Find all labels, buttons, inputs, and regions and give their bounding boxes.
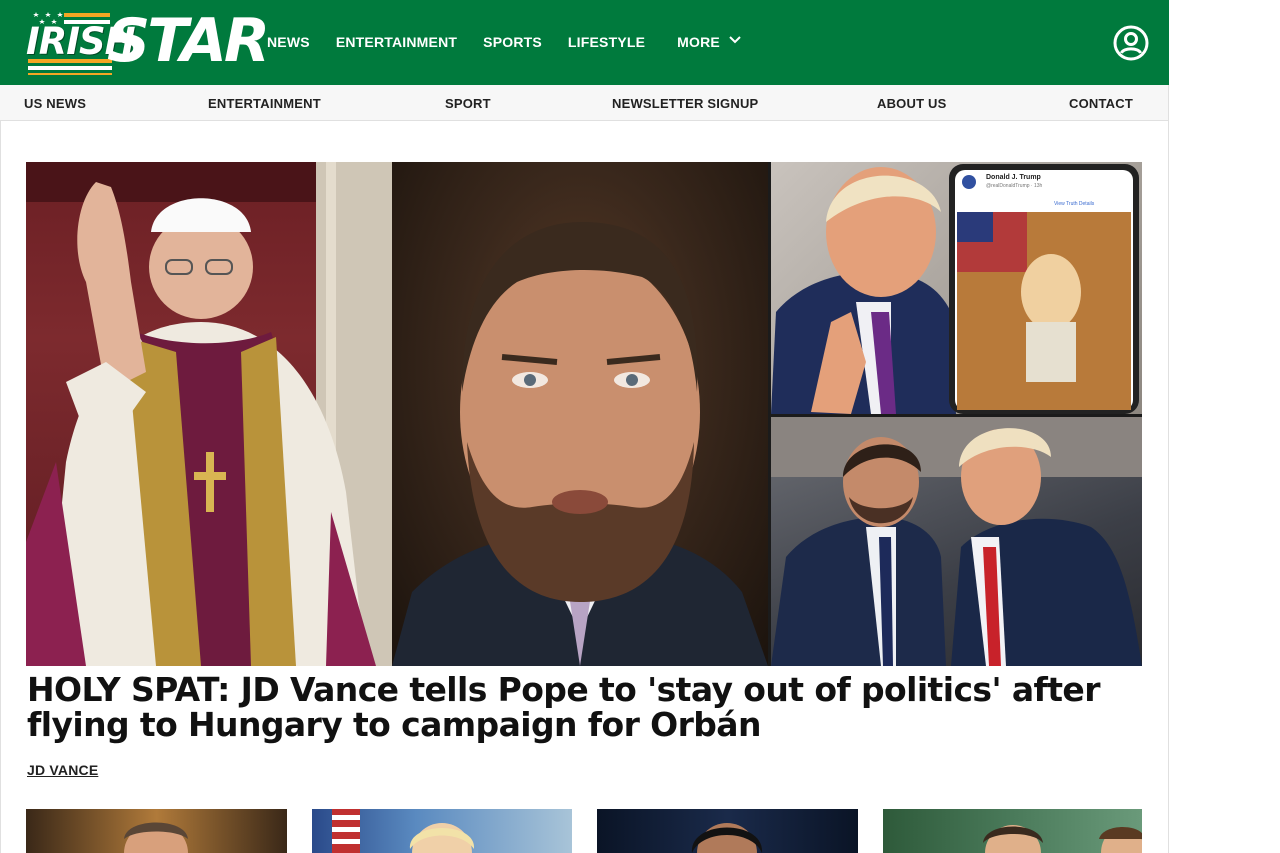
user-account-icon[interactable] (1112, 24, 1150, 62)
vance-trump-photo (771, 417, 1142, 666)
chevron-down-icon (729, 36, 741, 44)
subnav-item-newsletter-signup[interactable]: NEWSLETTER SIGNUP (612, 96, 758, 111)
irish-star-logo[interactable]: IRISH STAR (24, 9, 270, 77)
vance-photo (392, 162, 768, 666)
logo-word-star: STAR (107, 6, 270, 76)
lead-story-headline[interactable]: HOLY SPAT: JD Vance tells Pope to 'stay … (27, 672, 1147, 742)
pope-photo (26, 162, 392, 666)
thumbnail-image (124, 822, 188, 853)
main-nav-item-news[interactable]: NEWS (267, 34, 310, 50)
subnav-item-us-news[interactable]: US NEWS (24, 96, 86, 111)
thumbnail-image (332, 809, 475, 853)
main-nav-more-button[interactable]: MORE (677, 34, 742, 50)
story-thumbnail[interactable] (312, 809, 572, 853)
story-thumbnail[interactable] (597, 809, 858, 853)
main-nav-item-lifestyle[interactable]: LIFESTYLE (568, 34, 645, 50)
site-header: IRISH STAR NEWS ENTERTAINMENT SPORTS LIF… (0, 0, 1169, 85)
post-link: View Truth Details (1054, 201, 1095, 207)
lead-story-tag[interactable]: JD VANCE (27, 762, 98, 778)
lead-story-image[interactable]: Donald J. Trump @realDonaldTrump · 13h V… (26, 162, 1142, 666)
main-nav-item-sports[interactable]: SPORTS (483, 34, 542, 50)
subnav-item-sport[interactable]: SPORT (445, 96, 491, 111)
subnav-item-contact[interactable]: CONTACT (1069, 96, 1133, 111)
subnav-item-entertainment[interactable]: ENTERTAINMENT (208, 96, 321, 111)
story-thumbnail[interactable] (883, 809, 1142, 853)
post-handle: @realDonaldTrump · 13h (986, 183, 1043, 189)
subnav-item-about-us[interactable]: ABOUT US (877, 96, 947, 111)
secondary-nav: US NEWS ENTERTAINMENT SPORT NEWSLETTER S… (0, 85, 1169, 121)
thumbnail-image (691, 823, 763, 853)
story-thumbnail[interactable] (26, 809, 287, 853)
trump-phone-photo: Donald J. Trump @realDonaldTrump · 13h V… (771, 162, 1142, 414)
more-label: MORE (677, 34, 720, 50)
thumbnail-image (983, 825, 1142, 853)
main-nav-item-entertainment[interactable]: ENTERTAINMENT (336, 34, 457, 50)
main-nav: NEWS ENTERTAINMENT SPORTS LIFESTYLE MORE (267, 34, 768, 50)
post-author: Donald J. Trump (986, 174, 1041, 181)
